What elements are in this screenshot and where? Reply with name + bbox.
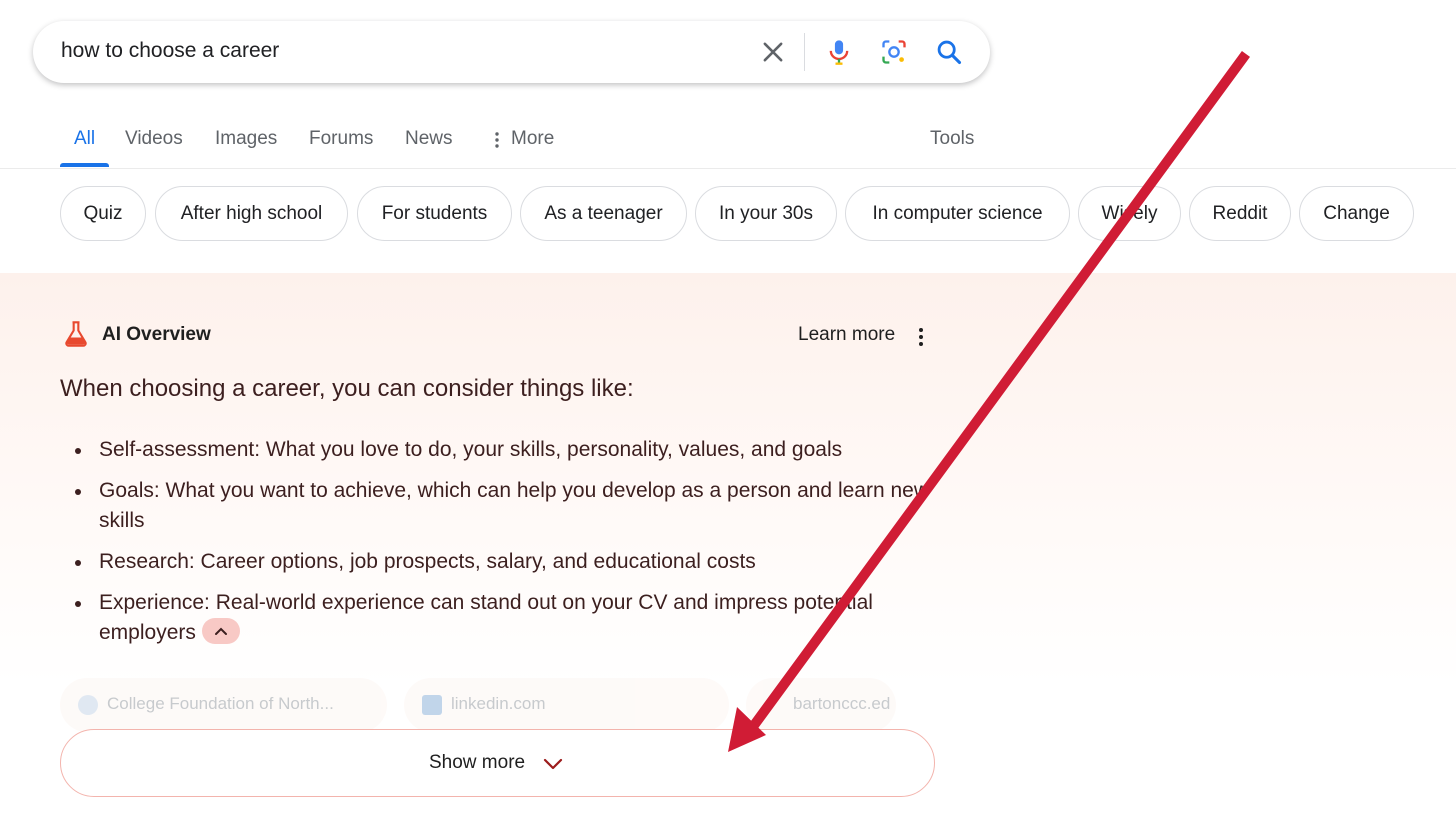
search-bar[interactable]: how to choose a career	[33, 21, 990, 83]
chip-quiz[interactable]: Quiz	[60, 186, 146, 241]
chip-as-a-teenager[interactable]: As a teenager	[520, 186, 687, 241]
tab-forums[interactable]: Forums	[309, 128, 373, 150]
tab-videos[interactable]: Videos	[125, 128, 183, 150]
close-icon[interactable]	[759, 38, 787, 66]
camera-lens-icon[interactable]	[880, 38, 908, 66]
chip-wisely[interactable]: Wisely	[1078, 186, 1181, 241]
bullet-text: Research: Career options, job prospects,…	[99, 550, 756, 573]
search-tabs: All Videos Images Forums News More Tools	[0, 110, 1456, 169]
flask-icon	[65, 321, 87, 347]
tab-news[interactable]: News	[405, 128, 453, 150]
list-item: Self-assessment: What you love to do, yo…	[60, 435, 930, 465]
linkedin-icon	[422, 695, 442, 715]
chip-after-high-school[interactable]: After high school	[155, 186, 348, 241]
source-favicon-icon	[78, 695, 98, 715]
chip-in-your-30s[interactable]: In your 30s	[695, 186, 837, 241]
search-input[interactable]: how to choose a career	[61, 39, 279, 63]
source-card[interactable]: bartonccc.ed	[746, 678, 896, 732]
ai-overview-bullets: Self-assessment: What you love to do, yo…	[60, 435, 930, 659]
tab-all[interactable]: All	[74, 128, 95, 150]
source-title: bartonccc.ed	[793, 694, 891, 713]
ai-overview-title: AI Overview	[102, 324, 211, 345]
chip-reddit[interactable]: Reddit	[1189, 186, 1291, 241]
show-more-label: Show more	[429, 752, 526, 773]
overflow-menu-icon[interactable]	[912, 326, 930, 348]
chevron-down-icon	[543, 758, 563, 770]
learn-more-link[interactable]: Learn more	[798, 324, 895, 346]
search-divider	[804, 33, 805, 71]
source-title: linkedin.com	[451, 694, 546, 713]
source-card[interactable]: College Foundation of North...	[60, 678, 387, 732]
tab-more[interactable]: More	[511, 128, 554, 150]
ai-overview-lead: When choosing a career, you can consider…	[60, 375, 634, 402]
chip-for-students[interactable]: For students	[357, 186, 512, 241]
tab-images[interactable]: Images	[215, 128, 277, 150]
list-item: Goals: What you want to achieve, which c…	[60, 476, 930, 536]
microphone-icon[interactable]	[825, 38, 853, 66]
source-card[interactable]: linkedin.com	[404, 678, 729, 732]
chip-in-computer-science[interactable]: In computer science	[845, 186, 1070, 241]
search-results-page: how to choose a career All Videos Images…	[0, 0, 1456, 822]
collapse-button[interactable]	[201, 618, 240, 645]
show-more-button[interactable]: Show more	[60, 729, 935, 797]
active-tab-indicator	[60, 163, 109, 167]
source-title: College Foundation of North...	[107, 694, 334, 713]
list-item: Experience: Real-world experience can st…	[60, 588, 930, 648]
more-vertical-icon[interactable]	[490, 130, 504, 150]
chip-change[interactable]: Change	[1299, 186, 1414, 241]
chevron-up-icon	[214, 628, 227, 636]
search-icon[interactable]	[935, 38, 963, 66]
bullet-text: Self-assessment: What you love to do, yo…	[99, 438, 843, 461]
bullet-text: Goals: What you want to achieve, which c…	[99, 479, 930, 532]
tools-button[interactable]: Tools	[930, 128, 974, 150]
list-item: Research: Career options, job prospects,…	[60, 547, 930, 577]
